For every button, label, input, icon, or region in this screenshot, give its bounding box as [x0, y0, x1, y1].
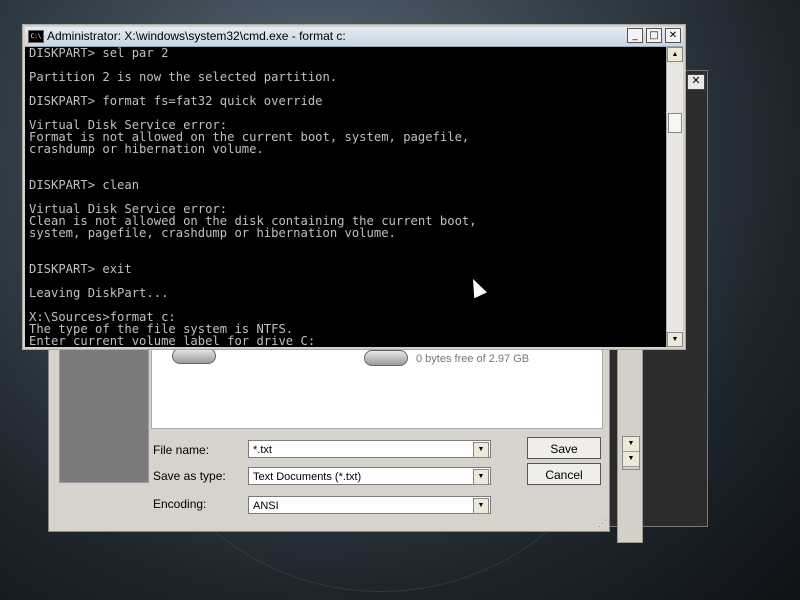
file-list[interactable]: 0 bytes free of 2.97 GB: [151, 341, 603, 429]
dropdown-arrow-icon[interactable]: ▼: [473, 498, 489, 514]
scroll-down-icon[interactable]: ▼: [667, 332, 683, 347]
close-button[interactable]: ✕: [665, 28, 681, 43]
dropdown-arrow-icon[interactable]: ▼: [473, 469, 489, 485]
cancel-button[interactable]: Cancel: [527, 463, 601, 485]
save-as-dialog: 0 bytes free of 2.97 GB File name: *.txt…: [48, 340, 610, 532]
save-type-select[interactable]: Text Documents (*.txt) ▼: [248, 467, 491, 485]
maximize-button[interactable]: □: [646, 28, 662, 43]
drive-icon[interactable]: [172, 348, 216, 364]
save-type-label: Save as type:: [153, 469, 226, 483]
console-text: DISKPART> sel par 2 Partition 2 is now t…: [25, 47, 667, 347]
minimize-button[interactable]: _: [627, 28, 643, 43]
places-bar: [59, 341, 149, 483]
window-title: Administrator: X:\windows\system32\cmd.e…: [47, 29, 346, 43]
scroll-up-icon[interactable]: ▲: [667, 47, 683, 62]
encoding-label: Encoding:: [153, 497, 207, 511]
file-name-value: *.txt: [253, 444, 272, 456]
background-window-close-button[interactable]: ✕: [687, 74, 705, 90]
scroll-down-icon[interactable]: ▼: [623, 452, 639, 467]
drive-icon[interactable]: [364, 350, 408, 366]
drive-free-space: 0 bytes free of 2.97 GB: [416, 353, 530, 365]
console-scrollbar[interactable]: ▲ ▼: [666, 47, 683, 347]
cmd-window: C:\ Administrator: X:\windows\system32\c…: [22, 24, 686, 350]
console-line: Partition 2 is now the selected partitio…: [29, 70, 338, 84]
console-line: DISKPART> sel par 2: [29, 47, 169, 60]
console-line: Leaving DiskPart...: [29, 286, 169, 300]
dropdown-arrow-icon[interactable]: ▼: [473, 442, 489, 458]
file-name-field[interactable]: *.txt ▼: [248, 440, 491, 458]
console-line: crashdump or hibernation volume.: [29, 142, 264, 156]
cmd-icon: C:\: [28, 30, 44, 43]
console-line: DISKPART> clean: [29, 178, 140, 192]
scroll-down-icon[interactable]: ▼: [623, 437, 639, 452]
save-type-value: Text Documents (*.txt): [253, 471, 362, 483]
cmd-titlebar[interactable]: C:\ Administrator: X:\windows\system32\c…: [25, 27, 683, 47]
encoding-value: ANSI: [253, 500, 279, 512]
console-line: Enter current volume label for drive C:: [29, 334, 316, 347]
console-output[interactable]: DISKPART> sel par 2 Partition 2 is now t…: [25, 47, 667, 347]
encoding-select[interactable]: ANSI ▼: [248, 496, 491, 514]
console-line: DISKPART> format fs=fat32 quick override: [29, 94, 323, 108]
console-line: DISKPART> exit: [29, 262, 132, 276]
background-scrollbar[interactable]: ▼ ▼: [622, 436, 640, 470]
file-name-label: File name:: [153, 443, 210, 457]
console-line: system, pagefile, crashdump or hibernati…: [29, 226, 396, 240]
resize-grip-icon[interactable]: ⋰: [598, 518, 607, 529]
scroll-thumb[interactable]: [668, 113, 682, 133]
save-button[interactable]: Save: [527, 437, 601, 459]
